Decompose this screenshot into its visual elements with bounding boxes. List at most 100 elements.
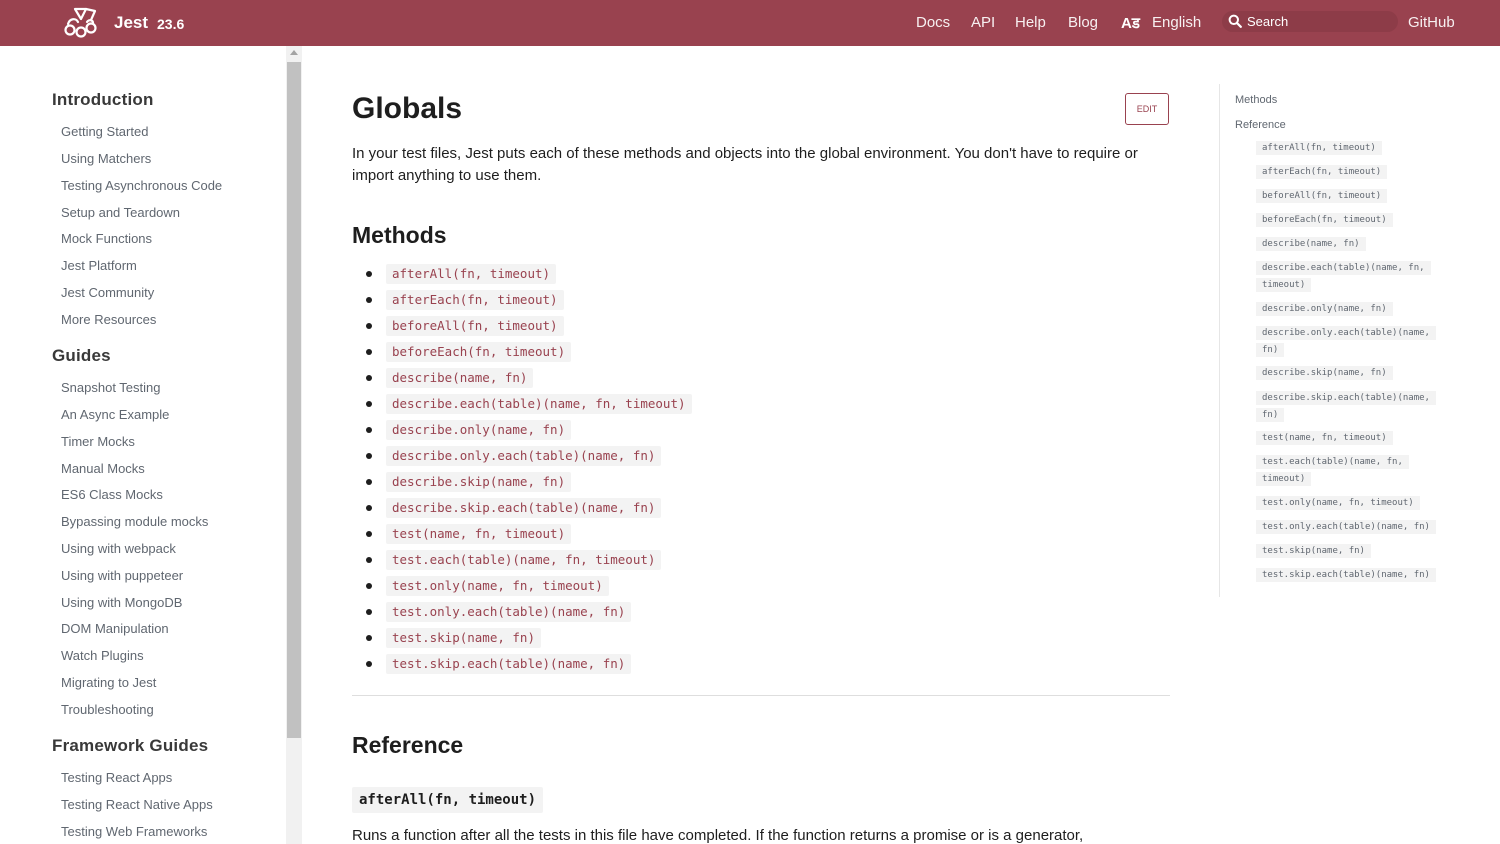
sidebar-item-jest-platform[interactable]: Jest Platform <box>61 258 137 273</box>
toc-sublink[interactable]: test.only.each(table)(name, fn) <box>1256 519 1452 536</box>
toc-sublink[interactable]: afterEach(fn, timeout) <box>1256 164 1452 181</box>
translate-icon[interactable]: Aड <box>1121 13 1140 33</box>
sidebar-item-setup-teardown[interactable]: Setup and Teardown <box>61 205 180 220</box>
toc-sublink-label: test.only(name, fn, timeout) <box>1256 496 1420 510</box>
sidebar-item-migrating[interactable]: Migrating to Jest <box>61 675 156 690</box>
method-link[interactable]: test.only.each(table)(name, fn) <box>386 602 632 622</box>
sidebar-category-framework-guides[interactable]: Framework Guides <box>52 736 208 756</box>
sidebar-item-using-matchers[interactable]: Using Matchers <box>61 151 151 166</box>
toc-link-methods[interactable]: Methods <box>1235 94 1277 106</box>
toc-sublink-label: test.each(table)(name, fn, timeout) <box>1256 455 1409 486</box>
toc-sublink[interactable]: describe.each(table)(name, fn, timeout) <box>1256 260 1452 294</box>
method-link[interactable]: describe.each(table)(name, fn, timeout) <box>386 394 692 414</box>
jest-logo-icon[interactable] <box>62 6 98 40</box>
sidebar-scrollbar[interactable] <box>286 46 302 844</box>
sidebar-item-using-puppeteer[interactable]: Using with puppeteer <box>61 568 183 583</box>
bullet <box>366 401 372 407</box>
toc-sublink-label: describe.skip.each(table)(name, fn) <box>1256 391 1436 422</box>
nav-github[interactable]: GitHub <box>1408 14 1455 31</box>
sidebar-item-testing-react-native[interactable]: Testing React Native Apps <box>61 797 213 812</box>
toc-sublink-label: test.only.each(table)(name, fn) <box>1256 520 1436 534</box>
method-link[interactable]: afterAll(fn, timeout) <box>386 264 557 284</box>
nav-blog[interactable]: Blog <box>1068 14 1098 31</box>
method-link[interactable]: beforeAll(fn, timeout) <box>386 316 564 336</box>
toc-sublink-label: beforeAll(fn, timeout) <box>1256 189 1388 203</box>
edit-button[interactable]: EDIT <box>1125 93 1169 125</box>
version-label[interactable]: 23.6 <box>157 16 184 32</box>
toc-sublink[interactable]: describe.only.each(table)(name, fn) <box>1256 325 1452 359</box>
sidebar-category-introduction[interactable]: Introduction <box>52 90 154 110</box>
top-navbar: Jest 23.6 Docs API Help Blog Aड English … <box>0 0 1500 46</box>
toc-sublink-label: test(name, fn, timeout) <box>1256 431 1393 445</box>
scroll-up-arrow-icon[interactable] <box>290 50 298 55</box>
toc-sublink[interactable]: test(name, fn, timeout) <box>1256 430 1452 447</box>
method-link[interactable]: describe.skip(name, fn) <box>386 472 572 492</box>
sidebar-item-testing-async[interactable]: Testing Asynchronous Code <box>61 178 222 193</box>
sidebar-category-guides[interactable]: Guides <box>52 346 111 366</box>
reference-description: Runs a function after all the tests in t… <box>352 827 1084 844</box>
sidebar-item-testing-react[interactable]: Testing React Apps <box>61 770 172 785</box>
method-link[interactable]: test(name, fn, timeout) <box>386 524 572 544</box>
sidebar-item-troubleshooting[interactable]: Troubleshooting <box>61 702 154 717</box>
sidebar-item-mock-functions[interactable]: Mock Functions <box>61 231 152 246</box>
sidebar-item-bypassing-mocks[interactable]: Bypassing module mocks <box>61 514 208 529</box>
language-selector[interactable]: English <box>1152 14 1201 31</box>
toc-sublink[interactable]: test.only(name, fn, timeout) <box>1256 495 1452 512</box>
bullet <box>366 557 372 563</box>
method-link[interactable]: test.only(name, fn, timeout) <box>386 576 609 596</box>
scrollbar-thumb[interactable] <box>287 62 301 738</box>
sidebar-item-watch-plugins[interactable]: Watch Plugins <box>61 648 144 663</box>
toc-divider <box>1219 84 1220 597</box>
method-link[interactable]: describe.skip.each(table)(name, fn) <box>386 498 662 518</box>
toc-sublink[interactable]: beforeAll(fn, timeout) <box>1256 188 1452 205</box>
method-link[interactable]: describe(name, fn) <box>386 368 534 388</box>
methods-heading: Methods <box>352 222 447 248</box>
sidebar-item-testing-web-frameworks[interactable]: Testing Web Frameworks <box>61 824 207 839</box>
toc-sublink-label: describe.each(table)(name, fn, timeout) <box>1256 261 1431 292</box>
method-link[interactable]: beforeEach(fn, timeout) <box>386 342 572 362</box>
bullet <box>366 427 372 433</box>
section-divider <box>352 695 1170 696</box>
nav-docs[interactable]: Docs <box>916 14 950 31</box>
method-link[interactable]: test.each(table)(name, fn, timeout) <box>386 550 662 570</box>
method-link[interactable]: describe.only.each(table)(name, fn) <box>386 446 662 466</box>
toc-sublink[interactable]: describe.skip(name, fn) <box>1256 365 1452 382</box>
sidebar-item-jest-community[interactable]: Jest Community <box>61 285 154 300</box>
toc-sublink[interactable]: test.skip.each(table)(name, fn) <box>1256 567 1452 584</box>
bullet <box>366 297 372 303</box>
toc-sublink[interactable]: describe.skip.each(table)(name, fn) <box>1256 390 1452 424</box>
bullet <box>366 531 372 537</box>
toc-sublink[interactable]: describe(name, fn) <box>1256 236 1452 253</box>
toc-sublink-label: test.skip.each(table)(name, fn) <box>1256 568 1436 582</box>
sidebar-item-manual-mocks[interactable]: Manual Mocks <box>61 461 145 476</box>
bullet <box>366 323 372 329</box>
nav-help[interactable]: Help <box>1015 14 1046 31</box>
sidebar-item-timer-mocks[interactable]: Timer Mocks <box>61 434 135 449</box>
bullet <box>366 453 372 459</box>
sidebar-item-more-resources[interactable]: More Resources <box>61 312 156 327</box>
sidebar-item-es6-class-mocks[interactable]: ES6 Class Mocks <box>61 487 163 502</box>
toc-sublink[interactable]: test.skip(name, fn) <box>1256 543 1452 560</box>
toc-sublink[interactable]: beforeEach(fn, timeout) <box>1256 212 1452 229</box>
brand-name[interactable]: Jest <box>114 13 148 33</box>
sidebar-item-using-webpack[interactable]: Using with webpack <box>61 541 176 556</box>
sidebar-item-dom-manipulation[interactable]: DOM Manipulation <box>61 621 169 636</box>
toc-sublink-label: test.skip(name, fn) <box>1256 544 1371 558</box>
toc-sublink-label: describe.only(name, fn) <box>1256 302 1393 316</box>
sidebar-item-getting-started[interactable]: Getting Started <box>61 124 148 139</box>
search-input[interactable] <box>1247 13 1392 30</box>
toc-sublink-label: describe.only.each(table)(name, fn) <box>1256 326 1436 357</box>
sidebar-item-snapshot-testing[interactable]: Snapshot Testing <box>61 380 161 395</box>
method-link[interactable]: describe.only(name, fn) <box>386 420 572 440</box>
sidebar-item-async-example[interactable]: An Async Example <box>61 407 169 422</box>
search-box[interactable] <box>1222 11 1398 32</box>
sidebar-item-using-mongodb[interactable]: Using with MongoDB <box>61 595 182 610</box>
toc-link-reference[interactable]: Reference <box>1235 119 1286 131</box>
method-link[interactable]: afterEach(fn, timeout) <box>386 290 564 310</box>
toc-sublink[interactable]: afterAll(fn, timeout) <box>1256 140 1452 157</box>
method-link[interactable]: test.skip.each(table)(name, fn) <box>386 654 632 674</box>
method-link[interactable]: test.skip(name, fn) <box>386 628 541 648</box>
toc-sublink[interactable]: test.each(table)(name, fn, timeout) <box>1256 454 1452 488</box>
nav-api[interactable]: API <box>971 14 995 31</box>
toc-sublink[interactable]: describe.only(name, fn) <box>1256 301 1452 318</box>
